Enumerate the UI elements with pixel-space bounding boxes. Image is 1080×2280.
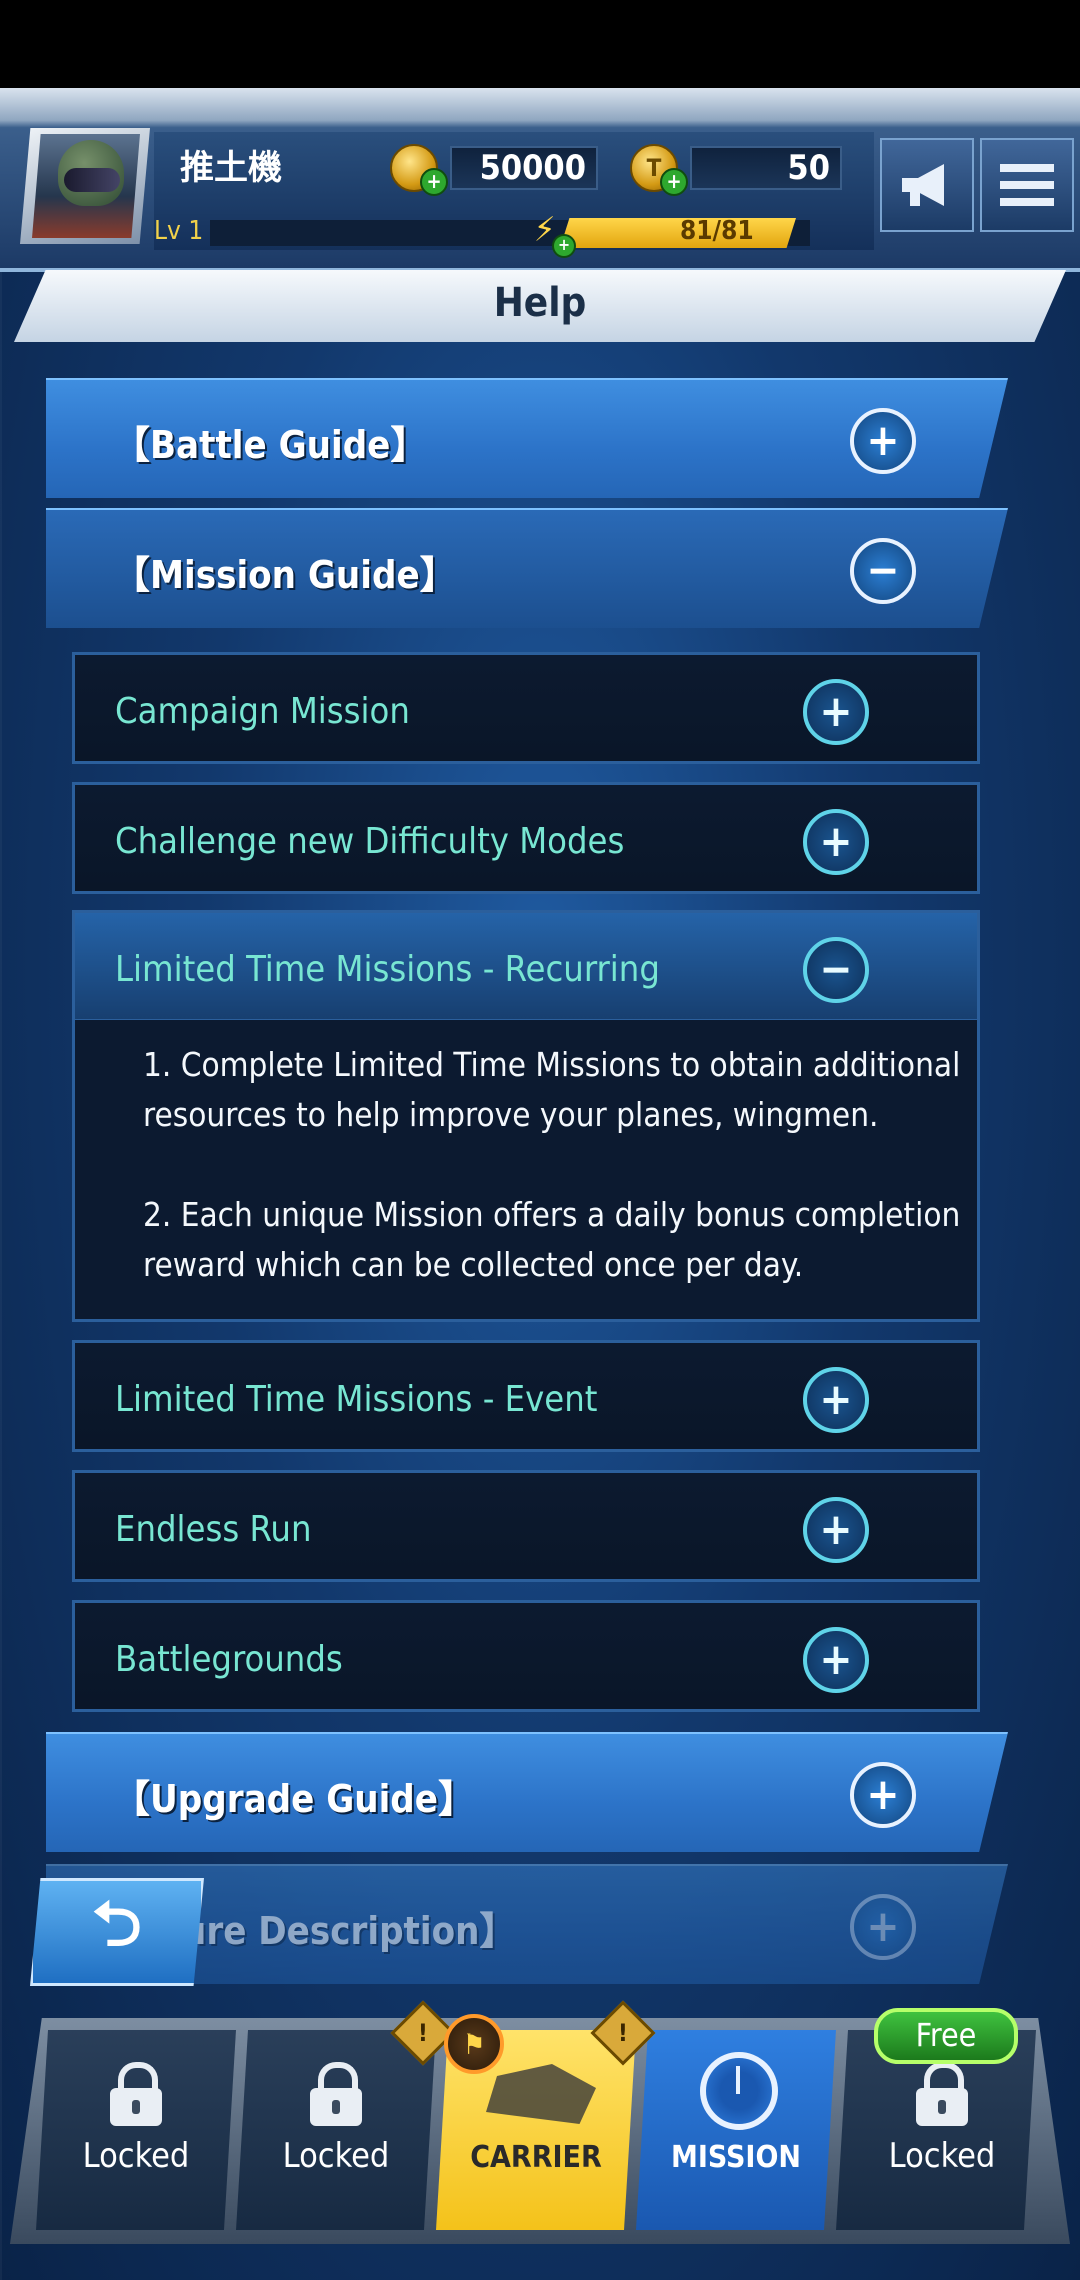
status-bar bbox=[0, 0, 1080, 88]
list-item-label: Challenge new Difficulty Modes bbox=[115, 821, 625, 862]
gold-amount: 50000 bbox=[450, 146, 598, 190]
expand-plus-icon[interactable]: + bbox=[803, 1627, 869, 1693]
section-feature-description-label: ure Description】 bbox=[182, 1909, 518, 1953]
expand-plus-icon[interactable]: + bbox=[803, 679, 869, 745]
back-arrow-icon: ⮌ bbox=[92, 1886, 142, 1960]
add-token-button[interactable]: + bbox=[660, 168, 688, 196]
add-gold-button[interactable]: + bbox=[420, 168, 448, 196]
list-item-campaign-mission[interactable]: Campaign Mission + bbox=[72, 652, 980, 764]
help-paragraph-1: 1. Complete Limited Time Missions to obt… bbox=[143, 1045, 961, 1134]
lock-icon bbox=[310, 2062, 362, 2126]
energy-value: 81/81 bbox=[680, 216, 754, 246]
warning-symbol: ! bbox=[418, 2019, 428, 2047]
nav-tab-label: Locked bbox=[282, 2136, 390, 2176]
expand-plus-icon[interactable]: + bbox=[850, 1762, 916, 1828]
expand-plus-icon[interactable]: + bbox=[850, 408, 916, 474]
hamburger-menu-icon bbox=[1000, 164, 1054, 206]
help-paragraph-2: 2. Each unique Mission offers a daily bo… bbox=[143, 1195, 961, 1284]
nav-tab-label: MISSION bbox=[671, 2140, 801, 2175]
section-battle-guide-label: 【Battle Guide】 bbox=[112, 423, 429, 467]
radar-icon bbox=[700, 2052, 778, 2130]
player-name: 推土機 bbox=[180, 148, 282, 188]
list-item-label: Limited Time Missions - Event bbox=[115, 1379, 598, 1420]
level-value: 1 bbox=[188, 216, 204, 246]
level-label: Lv bbox=[154, 216, 181, 246]
warning-symbol: ! bbox=[618, 2019, 628, 2047]
list-item-difficulty-modes[interactable]: Challenge new Difficulty Modes + bbox=[72, 782, 980, 894]
announcement-button[interactable] bbox=[880, 138, 974, 232]
section-mission-guide-label: 【Mission Guide】 bbox=[112, 553, 458, 597]
expand-plus-icon[interactable]: + bbox=[803, 809, 869, 875]
list-item-label: Endless Run bbox=[115, 1509, 312, 1550]
nav-tab-label: Locked bbox=[888, 2136, 996, 2176]
menu-button[interactable] bbox=[980, 138, 1074, 232]
flag-icon: ⚑ bbox=[444, 2014, 504, 2074]
collapse-minus-icon[interactable]: − bbox=[850, 538, 916, 604]
expand-plus-icon[interactable]: + bbox=[803, 1367, 869, 1433]
expand-plus-icon[interactable]: + bbox=[803, 1497, 869, 1563]
section-upgrade-guide-label: 【Upgrade Guide】 bbox=[112, 1777, 476, 1821]
collapse-minus-icon[interactable]: − bbox=[803, 937, 869, 1003]
expand-plus-icon[interactable]: + bbox=[850, 1894, 916, 1960]
lock-icon bbox=[110, 2062, 162, 2126]
add-energy-button[interactable]: + bbox=[552, 234, 576, 258]
lock-icon bbox=[916, 2062, 968, 2126]
list-item-label: Battlegrounds bbox=[115, 1639, 343, 1680]
megaphone-icon bbox=[902, 164, 944, 206]
expanded-content: 1. Complete Limited Time Missions to obt… bbox=[72, 1020, 980, 1322]
back-button[interactable]: ⮌ bbox=[30, 1878, 204, 1986]
energy-bar bbox=[560, 218, 796, 248]
list-item-label: Limited Time Missions - Recurring bbox=[115, 949, 660, 990]
level-indicator: Lv 1 bbox=[154, 216, 203, 246]
list-item-label: Campaign Mission bbox=[115, 691, 410, 732]
list-item-battlegrounds[interactable]: Battlegrounds + bbox=[72, 1600, 980, 1712]
nav-tab-label: CARRIER bbox=[470, 2140, 602, 2175]
nav-tab-label: Locked bbox=[82, 2136, 190, 2176]
nav-tab-locked-1[interactable] bbox=[36, 2030, 236, 2230]
nav-tab-locked-2[interactable] bbox=[236, 2030, 436, 2230]
free-badge: Free bbox=[874, 2008, 1018, 2064]
token-amount: 50 bbox=[690, 146, 842, 190]
list-item-limited-event[interactable]: Limited Time Missions - Event + bbox=[72, 1340, 980, 1452]
page-title: Help bbox=[493, 280, 587, 326]
pilot-visor-icon bbox=[64, 168, 120, 192]
list-item-endless-run[interactable]: Endless Run + bbox=[72, 1470, 980, 1582]
list-item-limited-recurring[interactable]: Limited Time Missions - Recurring − bbox=[72, 910, 980, 1022]
